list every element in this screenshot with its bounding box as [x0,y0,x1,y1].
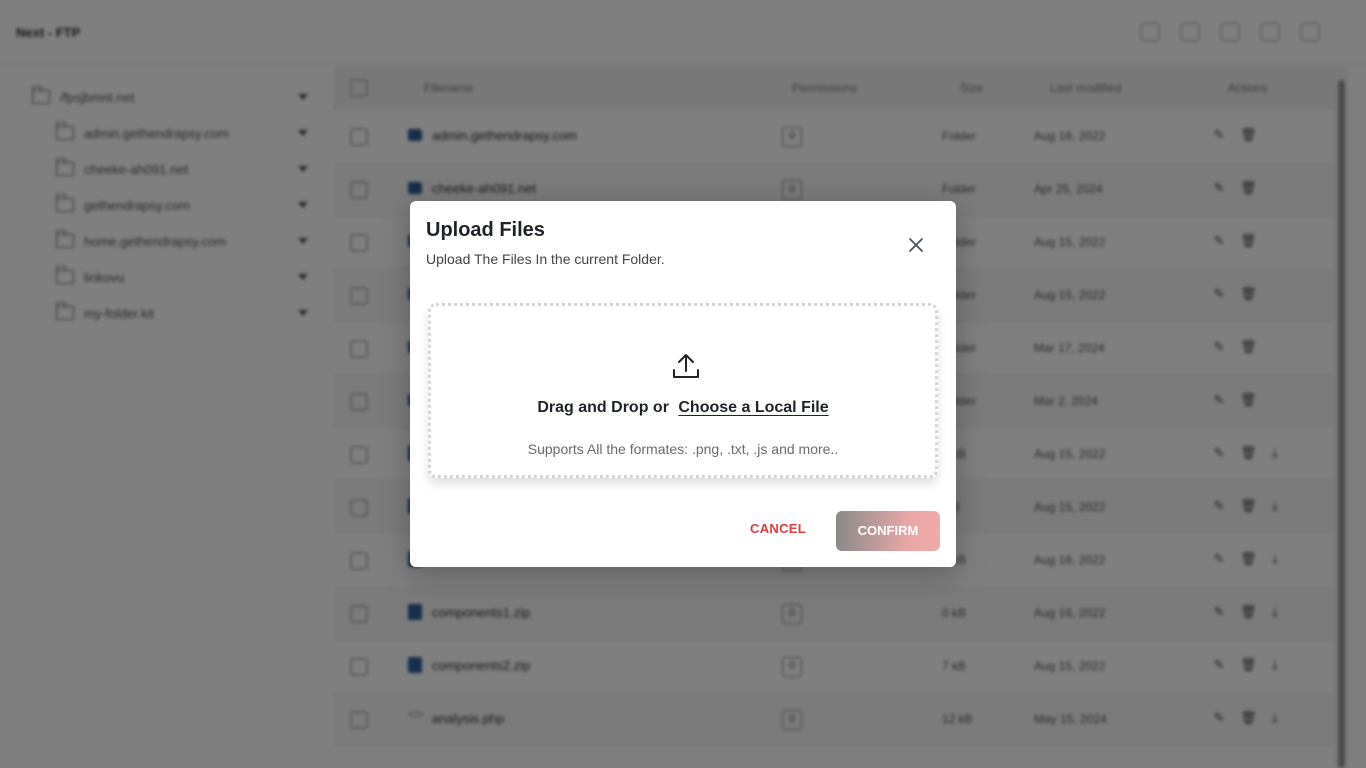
choose-local-file-link[interactable]: Choose a Local File [678,399,828,416]
confirm-button[interactable]: CONFIRM [836,511,940,551]
upload-icon [673,354,699,378]
close-button[interactable] [904,233,928,257]
dropzone-instructions: Drag and Drop or Choose a Local File [431,399,935,417]
dialog-subtitle: Upload The Files In the current Folder. [426,251,665,267]
cancel-button[interactable]: CANCEL [750,521,806,536]
close-icon [909,238,923,252]
file-dropzone[interactable]: Drag and Drop or Choose a Local File Sup… [428,303,938,478]
supported-formats-hint: Supports All the formates: .png, .txt, .… [527,441,839,457]
dialog-title: Upload Files [426,219,545,241]
upload-files-dialog: Upload Files Upload The Files In the cur… [410,201,956,567]
dropzone-prefix: Drag and Drop or [537,399,669,416]
